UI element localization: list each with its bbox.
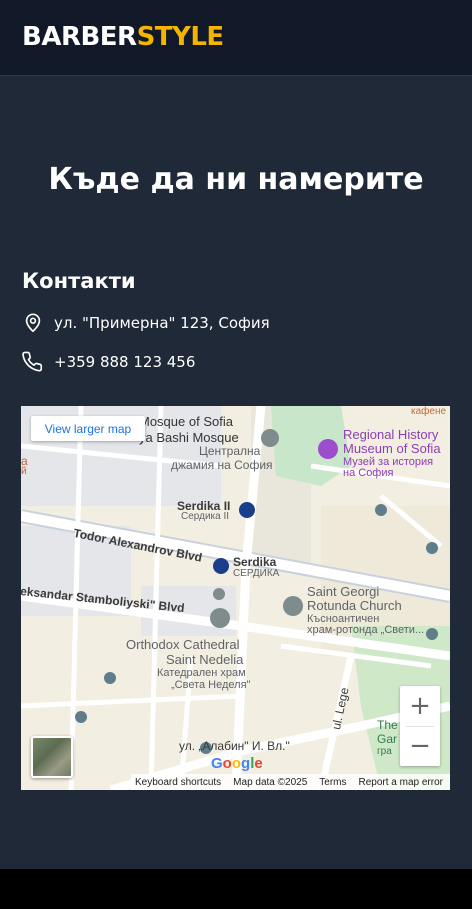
poi-museum-name: Regional History [343, 427, 439, 442]
poi-nedelia-name: Orthodox Cathedral [126, 637, 240, 652]
poi-nedelia-name-2: Saint Nedelia [166, 652, 244, 667]
view-larger-map-link[interactable]: View larger map [31, 416, 145, 441]
google-logo: Google [211, 755, 263, 772]
footer-bar [0, 869, 472, 909]
top-nav-bar: BARBERSTYLE [0, 0, 472, 76]
map-attribution-bar: Keyboard shortcuts Map data ©2025 Terms … [131, 774, 450, 790]
brand-logo[interactable]: BARBERSTYLE [22, 22, 224, 52]
report-map-error-link[interactable]: Report a map error [359, 777, 443, 788]
poi-museum-name-2: Museum of Sofia [343, 441, 441, 456]
address-text: ул. "Примерна" 123, София [54, 314, 270, 332]
zoom-divider [406, 726, 434, 727]
poi-mosque-bg: Централна [199, 444, 261, 458]
poi-kafene: кафене [411, 406, 447, 417]
poi-museum-bg-2: на София [343, 467, 394, 479]
terms-link[interactable]: Terms [319, 777, 346, 788]
brand-logo-part2: STYLE [136, 22, 225, 52]
poi-georgi-name: Saint Georgi [307, 584, 380, 599]
location-pin-icon [25, 313, 41, 333]
phone-icon [22, 351, 43, 372]
poi-mosque-bg-2: джамия на София [171, 458, 273, 472]
satellite-toggle-thumbnail[interactable] [31, 736, 73, 778]
phone-number[interactable]: +359 888 123 456 [54, 353, 195, 371]
google-map[interactable]: Mosque of Sofia ya Bashi Mosque Централн… [21, 406, 450, 790]
poi-garden-2: Gar [377, 732, 398, 746]
poi-georgi-name-2: Rotunda Church [307, 598, 402, 613]
poi-nedelia-bg: Катедрален храм [157, 667, 246, 679]
poi-garden-1: The [377, 718, 398, 732]
map-zoom-control: + − [400, 686, 440, 766]
metro-serdika-2-bg: Сердика II [181, 511, 230, 522]
zoom-out-button[interactable]: − [400, 726, 440, 766]
metro-serdika-bg: СЕРДИКА [233, 568, 280, 579]
road-alabin: ул. „Алабин" И. Вл." [179, 739, 290, 753]
poi-georgi-bg-2: храм-ротонда „Свети... [307, 624, 425, 636]
metro-serdika: Serdika [233, 555, 277, 569]
edge-label-b: й [21, 466, 27, 477]
contacts-title: Контакти [22, 269, 136, 293]
address-row: ул. "Примерна" 123, София [22, 311, 270, 335]
poi-mosque-name: Mosque of Sofia [139, 414, 233, 429]
zoom-in-button[interactable]: + [400, 686, 440, 726]
poi-garden-3: гра [377, 746, 392, 757]
brand-logo-part1: BARBER [22, 22, 137, 52]
phone-row[interactable]: +359 888 123 456 [22, 350, 195, 374]
poi-mosque-name-2: ya Bashi Mosque [139, 430, 239, 445]
keyboard-shortcuts-link[interactable]: Keyboard shortcuts [135, 777, 221, 788]
section-title: Къде да ни намерите [48, 162, 424, 197]
map-data-text: Map data ©2025 [233, 776, 308, 788]
poi-nedelia-bg-2: „Света Неделя" [171, 679, 251, 691]
